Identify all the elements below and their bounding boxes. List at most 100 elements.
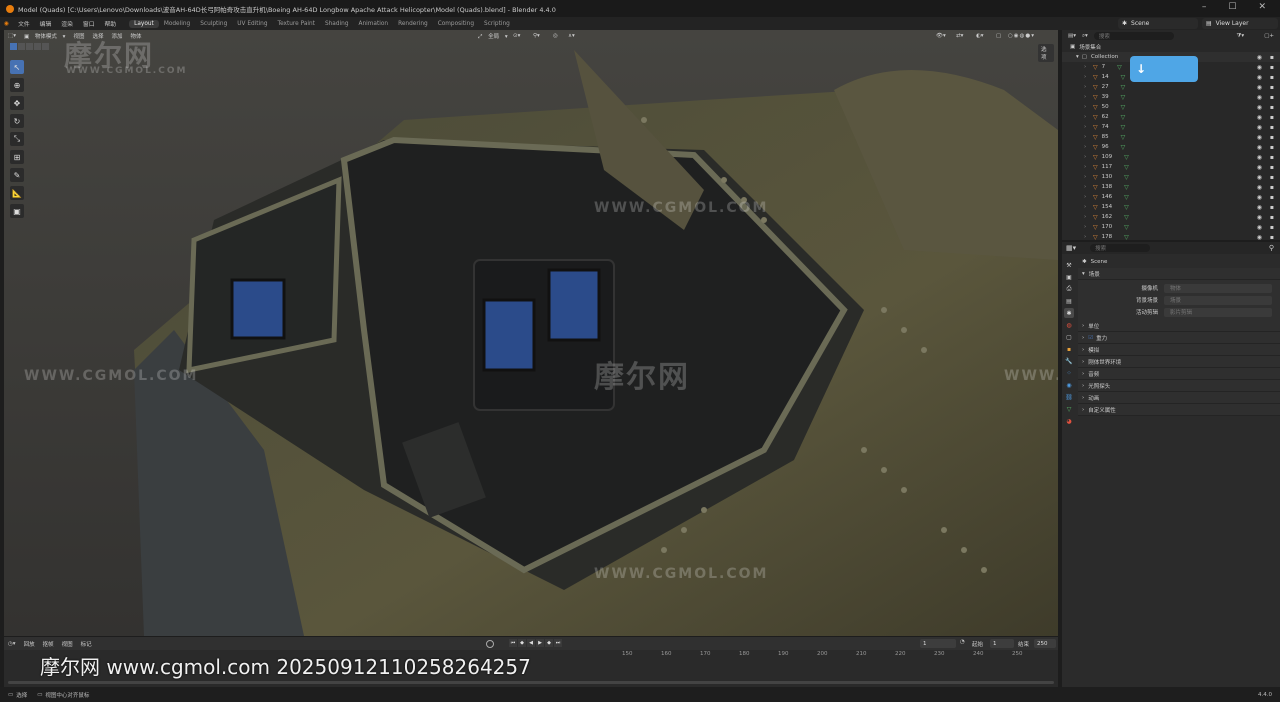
tab-layout[interactable]: Layout — [129, 19, 159, 28]
checkbox-icon[interactable]: ☑ — [1088, 335, 1093, 341]
expand-icon[interactable]: › — [1084, 74, 1090, 80]
blender-menu-icon[interactable]: ◉ — [4, 21, 9, 27]
menu-object[interactable]: 物体 — [131, 32, 142, 40]
rotate-tool-icon[interactable]: ↻ — [10, 114, 24, 128]
camera-field[interactable]: 物体 — [1164, 283, 1272, 293]
properties-section[interactable]: › 刚体世界环境 — [1078, 356, 1280, 368]
expand-icon[interactable]: › — [1084, 134, 1090, 140]
download-overlay-button[interactable]: ↓ — [1130, 56, 1198, 82]
scene-tab-icon[interactable]: ✱ — [1064, 308, 1074, 318]
camera-icon[interactable]: ▪ — [1270, 194, 1274, 201]
start-frame-field[interactable]: 1 — [990, 639, 1014, 648]
expand-icon[interactable]: › — [1084, 154, 1090, 160]
select-subtract-icon[interactable] — [26, 43, 33, 50]
camera-icon[interactable]: ▪ — [1270, 174, 1274, 181]
eye-icon[interactable]: ◉ — [1257, 234, 1262, 241]
outliner-item-row[interactable]: › ▽ 162 ▽ ◉ ▪ — [1062, 212, 1280, 222]
eye-icon[interactable]: ◉ — [1257, 84, 1262, 91]
eye-icon[interactable]: ◉ — [1257, 104, 1262, 111]
jump-keyframe-forward-icon[interactable]: ◆ — [545, 639, 553, 647]
expand-icon[interactable]: › — [1084, 214, 1090, 220]
eye-icon[interactable]: ◉ — [1257, 124, 1262, 131]
properties-section[interactable]: › 动画 — [1078, 392, 1280, 404]
expand-icon[interactable]: ▾ — [1076, 54, 1079, 60]
mode-selector[interactable]: ▣ 物体模式 ▾ — [24, 32, 65, 40]
menu-add[interactable]: 添加 — [111, 32, 122, 40]
eye-icon[interactable]: ◉ — [1257, 144, 1262, 151]
annotate-tool-icon[interactable]: ✎ — [10, 168, 24, 182]
close-icon[interactable]: ✕ — [1258, 2, 1266, 12]
shading-modes-icon[interactable]: ○◉◍●▾ — [1008, 33, 1035, 39]
eye-icon[interactable]: ◉ — [1257, 94, 1262, 101]
jump-start-icon[interactable]: ⏮ — [509, 639, 517, 647]
outliner-item-row[interactable]: › ▽ 130 ▽ ◉ ▪ — [1062, 172, 1280, 182]
menu-render[interactable]: 渲染 — [61, 19, 73, 28]
options-button[interactable]: 选项 — [1038, 44, 1054, 62]
camera-icon[interactable]: ▪ — [1270, 234, 1274, 241]
add-cube-tool-icon[interactable]: ▣ — [10, 204, 24, 218]
properties-editor-icon[interactable]: ▦▾ — [1066, 244, 1076, 252]
tool-tab-icon[interactable]: ⚒ — [1064, 260, 1074, 270]
new-collection-icon[interactable]: ▢+ — [1264, 33, 1274, 39]
eye-icon[interactable]: ◉ — [1257, 154, 1262, 161]
tab-scripting[interactable]: Scripting — [479, 20, 515, 28]
properties-section[interactable]: › ☑ 重力 — [1078, 332, 1280, 344]
scene-selector[interactable]: ✱ Scene — [1118, 18, 1198, 29]
expand-icon[interactable]: › — [1084, 224, 1090, 230]
properties-search-input[interactable]: 搜索 — [1090, 244, 1151, 252]
properties-section[interactable]: › 音频 — [1078, 368, 1280, 380]
3d-viewport[interactable]: ⬚▾ ▣ 物体模式 ▾ 视图 选择 添加 物体 ⤢ 全局 ▾ ⊙▾ ⚲▾ ◎ ∧… — [4, 30, 1058, 636]
tab-sculpting[interactable]: Sculpting — [195, 20, 232, 28]
camera-icon[interactable]: ▪ — [1270, 104, 1274, 111]
camera-icon[interactable]: ▪ — [1270, 184, 1274, 191]
outliner-item-row[interactable]: › ▽ 146 ▽ ◉ ▪ — [1062, 192, 1280, 202]
tab-rendering[interactable]: Rendering — [393, 20, 433, 28]
outliner-item-row[interactable]: › ▽ 178 ▽ ◉ ▪ — [1062, 232, 1280, 242]
eye-icon[interactable]: ◉ — [1257, 74, 1262, 81]
scale-tool-icon[interactable]: ⤡ — [10, 132, 24, 146]
eye-icon[interactable]: ◉ — [1257, 114, 1262, 121]
timeline-scrollbar[interactable] — [8, 681, 1054, 684]
snap-icon[interactable]: ⚲▾ — [533, 33, 540, 39]
outliner-item-row[interactable]: › ▽ 27 ▽ ◉ ▪ — [1062, 82, 1280, 92]
world-tab-icon[interactable]: ◍ — [1064, 320, 1074, 330]
camera-icon[interactable]: ▪ — [1270, 54, 1274, 61]
expand-icon[interactable]: › — [1084, 64, 1090, 70]
play-icon[interactable]: ▶ — [536, 639, 544, 647]
select-extend-icon[interactable] — [18, 43, 25, 50]
tab-modeling[interactable]: Modeling — [159, 20, 195, 28]
collection-tab-icon[interactable]: ▢ — [1064, 332, 1074, 342]
data-tab-icon[interactable]: ▽ — [1064, 404, 1074, 414]
outliner[interactable]: ▤▾ ⌕▾ 搜索 ⧩▾ ▢+ ▣ 场景集合 ▾ ▢ Collection ◉ ▪… — [1062, 30, 1280, 242]
outliner-item-row[interactable]: › ▽ 62 ▽ ◉ ▪ — [1062, 112, 1280, 122]
outliner-item-row[interactable]: › ▽ 109 ▽ ◉ ▪ — [1062, 152, 1280, 162]
camera-icon[interactable]: ▪ — [1270, 134, 1274, 141]
camera-icon[interactable]: ▪ — [1270, 154, 1274, 161]
outliner-item-row[interactable]: › ▽ 74 ▽ ◉ ▪ — [1062, 122, 1280, 132]
eye-icon[interactable]: ◉ — [1257, 134, 1262, 141]
filter-icon[interactable]: ⧩▾ — [1237, 33, 1245, 40]
expand-icon[interactable]: › — [1084, 104, 1090, 110]
minimize-icon[interactable]: – — [1202, 2, 1207, 12]
camera-icon[interactable]: ▪ — [1270, 74, 1274, 81]
section-scene[interactable]: ▾ 场景 — [1078, 268, 1280, 280]
background-scene-field[interactable]: 场景 — [1164, 295, 1272, 305]
constraints-tab-icon[interactable]: ⛓ — [1064, 392, 1074, 402]
menu-view[interactable]: 视图 — [73, 32, 84, 40]
object-tab-icon[interactable]: ▪ — [1064, 344, 1074, 354]
expand-icon[interactable]: › — [1084, 204, 1090, 210]
gizmo-icon[interactable]: ⇄▾ — [956, 33, 963, 39]
properties-section[interactable]: › 光照探头 — [1078, 380, 1280, 392]
camera-icon[interactable]: ▪ — [1270, 64, 1274, 71]
expand-icon[interactable]: › — [1084, 174, 1090, 180]
camera-icon[interactable]: ▪ — [1270, 94, 1274, 101]
outliner-item-row[interactable]: › ▽ 170 ▽ ◉ ▪ — [1062, 222, 1280, 232]
falloff-icon[interactable]: ∧▾ — [568, 33, 575, 39]
menu-marker[interactable]: 标记 — [81, 640, 92, 648]
outliner-item-row[interactable]: › ▽ 96 ▽ ◉ ▪ — [1062, 142, 1280, 152]
display-mode-icon[interactable]: ⌕▾ — [1082, 33, 1088, 40]
menu-timeline-view[interactable]: 视图 — [62, 640, 73, 648]
tab-shading[interactable]: Shading — [320, 20, 354, 28]
visibility-icon[interactable]: 👁▾ — [936, 33, 946, 39]
menu-keying[interactable]: 抠帧 — [43, 640, 54, 648]
